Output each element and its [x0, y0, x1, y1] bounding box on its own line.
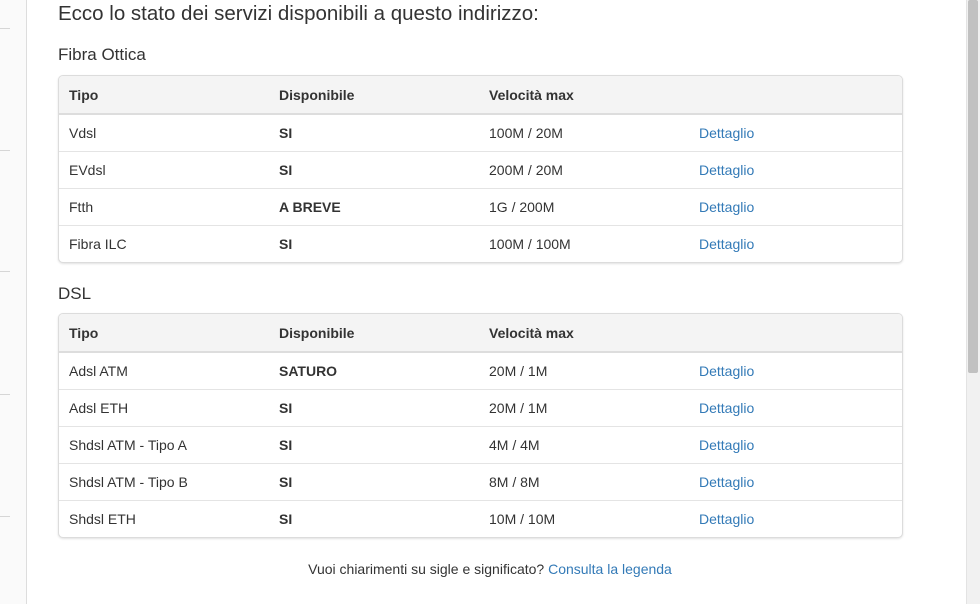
sidebar-divider [0, 394, 10, 395]
cell-link: Dettaglio [689, 426, 902, 464]
table-row: EVdsl SI 200M / 20M Dettaglio [59, 151, 902, 189]
column-header-disponibile: Disponibile [269, 314, 479, 353]
cell-link: Dettaglio [689, 463, 902, 501]
left-sidebar-edge [0, 0, 27, 604]
cell-disponibile: SI [279, 125, 293, 141]
cell-velocita: 8M / 8M [479, 463, 689, 501]
table-row: Shdsl ATM - Tipo B SI 8M / 8M Dettaglio [59, 463, 902, 501]
column-header-tipo: Tipo [59, 76, 269, 115]
cell-disponibile: SATURO [279, 363, 338, 379]
column-header-velocita: Velocità max [479, 314, 689, 353]
cell-tipo: Vdsl [69, 125, 97, 141]
table-header-row: Tipo Disponibile Velocità max [59, 314, 902, 353]
fibra-ottica-table: Tipo Disponibile Velocità max Vdsl SI 10… [59, 76, 902, 262]
cell-velocita: 200M / 20M [479, 151, 689, 189]
cell-tipo: Fibra ILC [59, 225, 269, 262]
cell-disponibile: SI [269, 389, 479, 427]
table-row: Vdsl SI 100M / 20M Dettaglio [59, 114, 902, 152]
cell-velocita: 20M / 1M [489, 363, 548, 379]
sidebar-divider [0, 150, 10, 151]
cell-tipo: Shdsl ATM - Tipo A [59, 426, 269, 464]
sidebar-divider [0, 28, 10, 29]
table-row: Shdsl ETH SI 10M / 10M Dettaglio [59, 500, 902, 537]
cell-link: Dettaglio [689, 500, 902, 537]
cell-link: Dettaglio [689, 389, 902, 427]
dettaglio-link[interactable]: Dettaglio [699, 125, 754, 141]
cell-velocita: 100M / 20M [489, 125, 563, 141]
scrollbar-thumb[interactable] [968, 0, 978, 373]
cell-disponibile: A BREVE [269, 188, 479, 226]
table-row: Shdsl ATM - Tipo A SI 4M / 4M Dettaglio [59, 426, 902, 464]
cell-velocita: 4M / 4M [479, 426, 689, 464]
column-header-velocita: Velocità max [479, 76, 689, 115]
section-title-dsl: DSL [58, 284, 92, 303]
legend-link[interactable]: Consulta la legenda [548, 561, 672, 577]
cell-link: Dettaglio [689, 151, 902, 189]
cell-tipo: Adsl ETH [59, 389, 269, 427]
section-title-fibra-ottica: Fibra Ottica [58, 45, 146, 64]
page-heading: Ecco lo stato dei servizi disponibili a … [58, 2, 539, 25]
dettaglio-link[interactable]: Dettaglio [699, 474, 754, 490]
sidebar-divider [0, 516, 10, 517]
cell-link: Dettaglio [689, 114, 902, 152]
cell-velocita: 1G / 200M [479, 188, 689, 226]
cell-disponibile: SI [269, 500, 479, 537]
table-row: Fibra ILC SI 100M / 100M Dettaglio [59, 225, 902, 262]
cell-velocita: 100M / 100M [479, 225, 689, 262]
legend-question: Vuoi chiarimenti su sigle e significato? [308, 561, 545, 577]
dettaglio-link[interactable]: Dettaglio [699, 437, 754, 453]
dettaglio-link[interactable]: Dettaglio [699, 400, 754, 416]
dettaglio-link[interactable]: Dettaglio [699, 511, 754, 527]
column-header-link [689, 76, 902, 115]
column-header-tipo: Tipo [59, 314, 269, 353]
legend-line: Vuoi chiarimenti su sigle e significato?… [0, 561, 980, 577]
cell-velocita: 20M / 1M [479, 389, 689, 427]
column-header-link [689, 314, 902, 353]
dsl-table: Tipo Disponibile Velocità max Adsl ATM S… [59, 314, 902, 537]
cell-disponibile: SI [269, 463, 479, 501]
vertical-scrollbar[interactable] [966, 0, 980, 604]
table-row: Adsl ETH SI 20M / 1M Dettaglio [59, 389, 902, 427]
cell-disponibile: SI [269, 225, 479, 262]
dsl-table-panel: Tipo Disponibile Velocità max Adsl ATM S… [58, 313, 903, 538]
fibra-ottica-table-panel: Tipo Disponibile Velocità max Vdsl SI 10… [58, 75, 903, 263]
sidebar-divider [0, 271, 10, 272]
column-header-disponibile: Disponibile [269, 76, 479, 115]
cell-tipo: Adsl ATM [69, 363, 128, 379]
table-row: Ftth A BREVE 1G / 200M Dettaglio [59, 188, 902, 226]
cell-link: Dettaglio [689, 352, 902, 390]
cell-tipo: EVdsl [59, 151, 269, 189]
cell-link: Dettaglio [689, 188, 902, 226]
cell-tipo: Shdsl ETH [59, 500, 269, 537]
dettaglio-link[interactable]: Dettaglio [699, 199, 754, 215]
cell-disponibile: SI [269, 426, 479, 464]
cell-tipo: Shdsl ATM - Tipo B [59, 463, 269, 501]
table-header-row: Tipo Disponibile Velocità max [59, 76, 902, 115]
cell-velocita: 10M / 10M [479, 500, 689, 537]
cell-tipo: Ftth [59, 188, 269, 226]
cell-link: Dettaglio [689, 225, 902, 262]
cell-disponibile: SI [269, 151, 479, 189]
table-row: Adsl ATM SATURO 20M / 1M Dettaglio [59, 352, 902, 390]
dettaglio-link[interactable]: Dettaglio [699, 363, 754, 379]
dettaglio-link[interactable]: Dettaglio [699, 236, 754, 252]
dettaglio-link[interactable]: Dettaglio [699, 162, 754, 178]
